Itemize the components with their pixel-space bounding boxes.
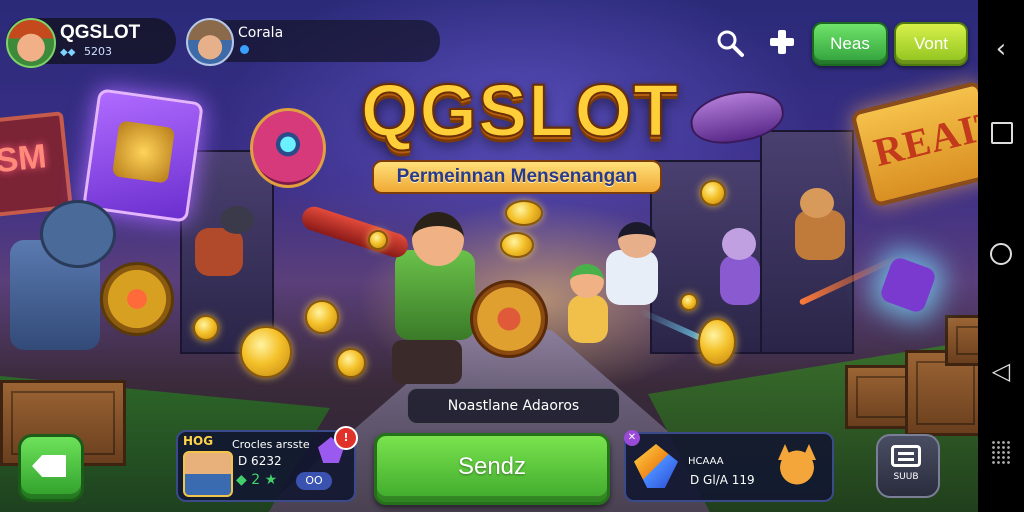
recent-apps-icon[interactable]: [991, 122, 1013, 144]
coin: [368, 230, 388, 250]
notice-banner: Noastlane Adaoros: [407, 388, 620, 424]
coin: [500, 232, 534, 258]
dots-grid-icon[interactable]: [991, 440, 1011, 464]
chat-button-label: SUUB: [893, 472, 919, 482]
friend-avatar[interactable]: [186, 18, 234, 66]
back-triangle-icon[interactable]: ◁: [978, 357, 1024, 385]
mission-pill: OO: [296, 472, 332, 490]
mission-thumbnail: [183, 451, 233, 497]
coin: [193, 315, 219, 341]
purple-screen-sign: [82, 88, 204, 223]
home-icon[interactable]: [990, 243, 1012, 265]
reward-line-2: D Gl/A 119: [690, 473, 755, 487]
crate: [945, 315, 978, 366]
chat-icon: [891, 445, 921, 467]
coin: [336, 348, 366, 378]
neon-sign-left: SM: [0, 111, 73, 217]
mission-title: HOG: [183, 434, 214, 448]
coin: [698, 318, 736, 366]
coin: [305, 300, 339, 334]
back-arrow-button[interactable]: [18, 434, 84, 502]
player-score: 5203: [84, 45, 112, 58]
game-logo-subtitle: Permeinnan Mensenangan: [372, 160, 662, 194]
search-icon[interactable]: [715, 28, 745, 65]
floating-orb: [250, 108, 326, 188]
back-chevron-icon[interactable]: ‹: [978, 34, 1024, 64]
online-status-dot: [240, 45, 249, 54]
coin: [240, 326, 292, 378]
mission-gems: ◆ 2 ★: [236, 472, 278, 488]
pet-cat-icon: [772, 440, 822, 490]
player-avatar[interactable]: [6, 18, 56, 68]
arrow-left-icon: [32, 455, 66, 477]
reward-line-1: HCAAA: [688, 456, 724, 467]
shop-sign-right-text: REAIT: [869, 99, 978, 176]
reward-badge: ✕: [624, 430, 640, 446]
system-navigation-bar: ‹ ◁: [978, 0, 1024, 512]
send-button[interactable]: Sendz: [374, 433, 610, 505]
game-logo-title: QGSLOT: [360, 68, 680, 153]
coin: [505, 200, 543, 226]
news-button[interactable]: Neas: [812, 22, 888, 66]
plus-icon[interactable]: [768, 28, 796, 63]
coin: [680, 293, 698, 311]
vont-button[interactable]: Vont: [894, 22, 968, 66]
diamond-icon: ◆◆: [60, 47, 76, 58]
friend-name: Corala: [238, 25, 284, 41]
shop-sign-right: REAIT: [850, 80, 978, 208]
neon-sign-left-text: SM: [0, 137, 49, 181]
mission-value: D 6232: [238, 454, 282, 468]
player-name: QGSLOT: [60, 22, 141, 43]
mission-subtitle: Crocles arsste: [232, 438, 310, 451]
coin: [700, 180, 726, 206]
alert-badge: !: [334, 426, 358, 450]
